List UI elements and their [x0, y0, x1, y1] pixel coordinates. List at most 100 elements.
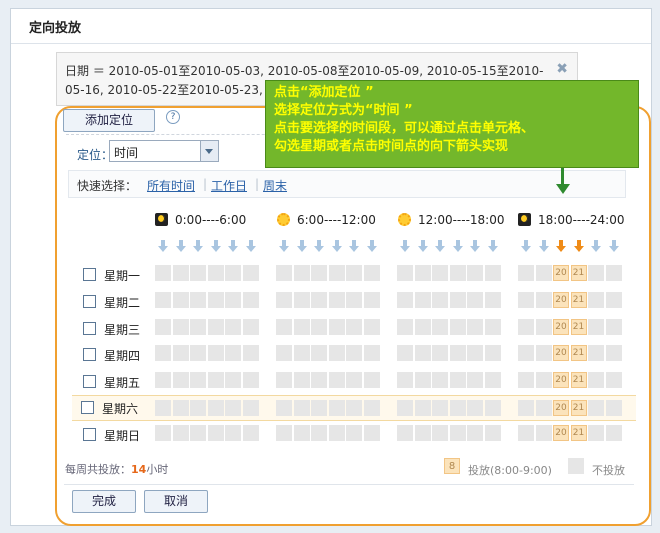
hour-arrow-18[interactable]: [521, 240, 531, 253]
hour-arrow-6[interactable]: [279, 240, 289, 253]
hour-cell[interactable]: [346, 425, 362, 441]
hour-cell[interactable]: [276, 319, 292, 335]
hour-cell[interactable]: [449, 292, 466, 308]
hour-cell[interactable]: [397, 400, 413, 416]
hour-arrow-8[interactable]: [314, 240, 324, 253]
hour-cell[interactable]: [363, 345, 380, 361]
done-button[interactable]: 完成: [72, 490, 136, 513]
hour-cell[interactable]: 20: [553, 292, 569, 308]
hour-cell[interactable]: [432, 425, 448, 441]
hour-cell[interactable]: [605, 372, 622, 388]
hour-cell[interactable]: [588, 372, 604, 388]
hour-cell[interactable]: [467, 319, 483, 335]
hour-cell[interactable]: [484, 400, 501, 416]
hour-arrow-23[interactable]: [608, 240, 619, 253]
hour-cell[interactable]: [467, 372, 483, 388]
hour-cell[interactable]: [484, 319, 501, 335]
hour-cell[interactable]: [207, 372, 224, 388]
day-checkbox[interactable]: [83, 375, 96, 388]
hour-cell[interactable]: [242, 292, 259, 308]
hour-cell[interactable]: [397, 345, 413, 361]
hour-cell[interactable]: [328, 292, 345, 308]
hour-cell[interactable]: [484, 345, 501, 361]
hour-cell[interactable]: [518, 319, 534, 335]
hour-cell[interactable]: [207, 425, 224, 441]
hour-cell[interactable]: [293, 400, 310, 416]
hour-cell[interactable]: 20: [553, 372, 569, 388]
hour-cell[interactable]: [328, 265, 345, 281]
hour-cell[interactable]: [190, 400, 206, 416]
hour-cell[interactable]: [605, 400, 622, 416]
hour-cell[interactable]: [311, 345, 327, 361]
day-checkbox[interactable]: [81, 401, 94, 414]
hour-cell[interactable]: [414, 372, 431, 388]
hour-cell[interactable]: [328, 400, 345, 416]
hour-arrow-15[interactable]: [452, 240, 463, 253]
hour-cell[interactable]: [467, 425, 483, 441]
hour-cell[interactable]: [535, 372, 552, 388]
hour-cell[interactable]: [225, 319, 241, 335]
hour-cell[interactable]: [172, 292, 189, 308]
hour-cell[interactable]: [414, 265, 431, 281]
hour-cell[interactable]: [225, 345, 241, 361]
hour-cell[interactable]: [242, 265, 259, 281]
hour-cell[interactable]: [588, 345, 604, 361]
hour-arrow-2[interactable]: [193, 240, 203, 253]
hour-cell[interactable]: [397, 319, 413, 335]
hour-cell[interactable]: [432, 292, 448, 308]
hour-cell[interactable]: 21: [570, 345, 587, 361]
hour-cell[interactable]: [311, 400, 327, 416]
hour-cell[interactable]: [155, 292, 171, 308]
hour-cell[interactable]: [190, 265, 206, 281]
hour-cell[interactable]: [414, 319, 431, 335]
hour-arrow-1[interactable]: [175, 240, 186, 253]
hour-cell[interactable]: [276, 292, 292, 308]
hour-cell[interactable]: [605, 345, 622, 361]
hour-cell[interactable]: 20: [553, 345, 569, 361]
help-icon[interactable]: ?: [166, 110, 180, 124]
hour-arrow-10[interactable]: [349, 240, 359, 253]
hour-cell[interactable]: [172, 265, 189, 281]
close-icon[interactable]: ✖: [556, 61, 568, 77]
hour-cell[interactable]: 21: [570, 265, 587, 281]
hour-cell[interactable]: [535, 265, 552, 281]
hour-cell[interactable]: 21: [570, 400, 587, 416]
hour-cell[interactable]: [172, 425, 189, 441]
hour-cell[interactable]: 21: [570, 425, 587, 441]
hour-cell[interactable]: [172, 400, 189, 416]
day-checkbox[interactable]: [83, 348, 96, 361]
hour-cell[interactable]: [242, 400, 259, 416]
hour-cell[interactable]: [242, 345, 259, 361]
hour-cell[interactable]: [276, 400, 292, 416]
hour-cell[interactable]: [467, 292, 483, 308]
hour-arrow-16[interactable]: [470, 240, 480, 253]
hour-cell[interactable]: [535, 292, 552, 308]
hour-cell[interactable]: [449, 319, 466, 335]
hour-arrow-21[interactable]: [573, 240, 584, 253]
quick-select-all-time[interactable]: 所有时间: [147, 177, 195, 194]
hour-arrow-11[interactable]: [366, 240, 377, 253]
hour-cell[interactable]: [449, 400, 466, 416]
hour-cell[interactable]: [242, 319, 259, 335]
hour-cell[interactable]: [225, 372, 241, 388]
hour-cell[interactable]: [328, 372, 345, 388]
hour-cell[interactable]: [293, 292, 310, 308]
hour-cell[interactable]: 21: [570, 319, 587, 335]
hour-cell[interactable]: [484, 292, 501, 308]
hour-cell[interactable]: [276, 425, 292, 441]
hour-arrow-20[interactable]: [556, 240, 566, 253]
hour-arrow-5[interactable]: [245, 240, 256, 253]
hour-cell[interactable]: [449, 265, 466, 281]
day-checkbox[interactable]: [83, 428, 96, 441]
hour-cell[interactable]: [484, 265, 501, 281]
hour-arrow-13[interactable]: [417, 240, 428, 253]
day-checkbox[interactable]: [83, 268, 96, 281]
hour-cell[interactable]: [311, 372, 327, 388]
hour-cell[interactable]: [414, 292, 431, 308]
hour-cell[interactable]: [467, 345, 483, 361]
hour-cell[interactable]: [518, 372, 534, 388]
hour-cell[interactable]: [588, 400, 604, 416]
hour-cell[interactable]: [207, 292, 224, 308]
hour-cell[interactable]: [172, 372, 189, 388]
hour-cell[interactable]: [449, 345, 466, 361]
